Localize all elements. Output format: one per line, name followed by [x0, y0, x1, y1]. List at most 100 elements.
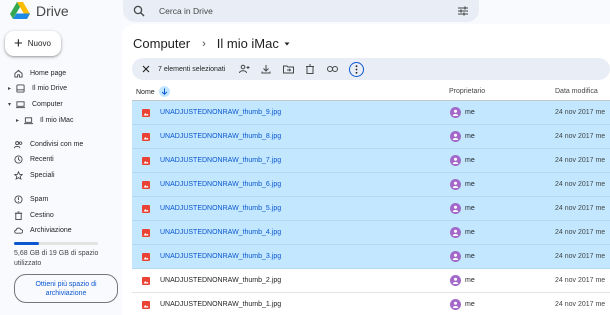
person-icon — [452, 205, 459, 212]
sidebar-item-trash[interactable]: Cestino — [14, 208, 54, 222]
breadcrumb-computer[interactable]: Computer — [133, 36, 190, 51]
sidebar-item-starred[interactable]: Speciali — [14, 168, 55, 182]
file-owner: me — [465, 157, 475, 164]
search-bar[interactable] — [123, 0, 479, 22]
image-file-icon — [142, 181, 150, 189]
new-button[interactable]: + Nuovo — [5, 31, 61, 56]
share-button[interactable] — [237, 62, 251, 76]
drive-logo[interactable]: Drive — [10, 2, 69, 20]
file-modified-date: 24 nov 2017 me — [555, 277, 606, 284]
image-file-icon — [142, 253, 150, 261]
laptop-icon — [24, 116, 33, 124]
trash-icon — [14, 210, 23, 220]
table-row[interactable]: UNADJUSTEDNONRAW_thumb_3.jpg me 24 nov 201… — [132, 245, 610, 269]
column-header-date[interactable]: Data modifica — [555, 88, 598, 95]
person-icon — [452, 301, 459, 308]
trash-icon — [306, 64, 315, 74]
file-owner: me — [465, 109, 475, 116]
table-row[interactable]: UNADJUSTEDNONRAW_thumb_9.jpg me 24 nov 201… — [132, 101, 610, 125]
file-owner: me — [465, 133, 475, 140]
table-row[interactable]: UNADJUSTEDNONRAW_thumb_1.jpg me 24 nov 201… — [132, 293, 610, 315]
table-header: Nome Proprietario Data modifica — [132, 84, 610, 101]
download-icon — [261, 65, 271, 74]
column-header-owner[interactable]: Proprietario — [449, 88, 485, 95]
file-modified-date: 24 nov 2017 me — [555, 133, 606, 140]
selection-toolbar: 7 elementi selezionati — [132, 58, 610, 80]
copy-link-button[interactable] — [325, 62, 339, 76]
avatar — [450, 299, 461, 310]
file-owner: me — [465, 301, 475, 308]
more-vert-icon — [355, 64, 358, 74]
sidebar-item-label: Computer — [32, 100, 63, 108]
table-row[interactable]: UNADJUSTEDNONRAW_thumb_8.jpg me 24 nov 201… — [132, 125, 610, 149]
storage-usage-text: 5,68 GB di 19 GB di spazio utilizzato — [14, 250, 99, 267]
my-drive-icon — [16, 83, 25, 93]
breadcrumb-current-folder[interactable]: Il mio iMac — [217, 36, 291, 51]
breadcrumb-current-label: Il mio iMac — [216, 36, 279, 51]
sidebar-item-computer[interactable]: ▾ Computer — [8, 97, 63, 111]
clear-selection-button[interactable] — [137, 60, 155, 78]
sidebar-item-shared[interactable]: Condivisi con me — [14, 137, 83, 151]
person-icon — [452, 181, 459, 188]
sidebar-item-label: Cestino — [30, 211, 54, 219]
column-header-name[interactable]: Nome — [136, 86, 170, 97]
image-file-icon — [142, 205, 150, 213]
sidebar-item-label: Spam — [30, 195, 49, 203]
file-owner: me — [465, 253, 475, 260]
expand-arrow-icon[interactable]: ▸ — [8, 85, 14, 92]
sidebar-item-storage[interactable]: Archiviazione — [14, 223, 72, 237]
search-options-icon[interactable] — [457, 5, 469, 17]
file-owner: me — [465, 181, 475, 188]
avatar — [450, 275, 461, 286]
file-owner: me — [465, 277, 475, 284]
avatar — [450, 155, 461, 166]
table-row[interactable]: UNADJUSTEDNONRAW_thumb_5.jpg me 24 nov 201… — [132, 197, 610, 221]
sidebar-item-label: Home page — [30, 69, 67, 77]
sidebar-item-my-imac[interactable]: ▸ Il mio iMac — [16, 113, 73, 127]
new-button-label: Nuovo — [27, 39, 51, 48]
table-row[interactable]: UNADJUSTEDNONRAW_thumb_7.jpg me 24 nov 201… — [132, 149, 610, 173]
search-icon[interactable] — [133, 5, 145, 17]
link-icon — [326, 66, 338, 72]
person-icon — [452, 277, 459, 284]
storage-progress-fill — [14, 242, 40, 245]
cloud-icon — [14, 227, 23, 234]
file-name: UNADJUSTEDNONRAW_thumb_6.jpg — [160, 181, 282, 188]
dropdown-arrow-icon — [284, 42, 290, 45]
selection-count: 7 elementi selezionati — [158, 65, 226, 73]
collapse-arrow-icon[interactable]: ▾ — [8, 101, 14, 108]
sidebar-item-home[interactable]: Home page — [14, 66, 66, 80]
file-modified-date: 24 nov 2017 me — [555, 253, 606, 260]
expand-arrow-icon[interactable]: ▸ — [16, 117, 22, 124]
image-file-icon — [142, 229, 150, 237]
sidebar-item-label: Il mio iMac — [40, 116, 74, 124]
move-button[interactable] — [281, 62, 295, 76]
file-name: UNADJUSTEDNONRAW_thumb_7.jpg — [160, 157, 282, 164]
search-input[interactable] — [159, 6, 439, 16]
file-modified-date: 24 nov 2017 me — [555, 157, 606, 164]
clock-icon — [14, 154, 23, 164]
people-icon — [14, 140, 23, 148]
delete-button[interactable] — [303, 62, 317, 76]
sidebar-item-recent[interactable]: Recenti — [14, 152, 54, 166]
sidebar-item-label: Archiviazione — [30, 226, 72, 234]
sidebar-item-spam[interactable]: Spam — [14, 192, 48, 206]
sort-direction-button[interactable] — [158, 86, 170, 97]
avatar — [450, 131, 461, 142]
file-modified-date: 24 nov 2017 me — [555, 229, 606, 236]
file-owner: me — [465, 205, 475, 212]
file-owner: me — [465, 229, 475, 236]
person-icon — [452, 229, 459, 236]
sidebar-item-label: Condivisi con me — [30, 140, 84, 148]
sidebar-item-label: Recenti — [30, 155, 54, 163]
table-row[interactable]: UNADJUSTEDNONRAW_thumb_6.jpg me 24 nov 201… — [132, 173, 610, 197]
person-icon — [452, 109, 459, 116]
download-button[interactable] — [259, 62, 273, 76]
more-actions-button[interactable] — [349, 61, 365, 77]
get-more-storage-button[interactable]: Ottieni più spazio di archiviazione — [14, 274, 118, 303]
table-row[interactable]: UNADJUSTEDNONRAW_thumb_4.jpg me 24 nov 201… — [132, 221, 610, 245]
file-name: UNADJUSTEDNONRAW_thumb_8.jpg — [160, 133, 282, 140]
image-file-icon — [142, 301, 150, 309]
table-row[interactable]: UNADJUSTEDNONRAW_thumb_2.jpg me 24 nov 201… — [132, 269, 610, 293]
sidebar-item-my-drive[interactable]: ▸ Il mio Drive — [8, 81, 67, 95]
